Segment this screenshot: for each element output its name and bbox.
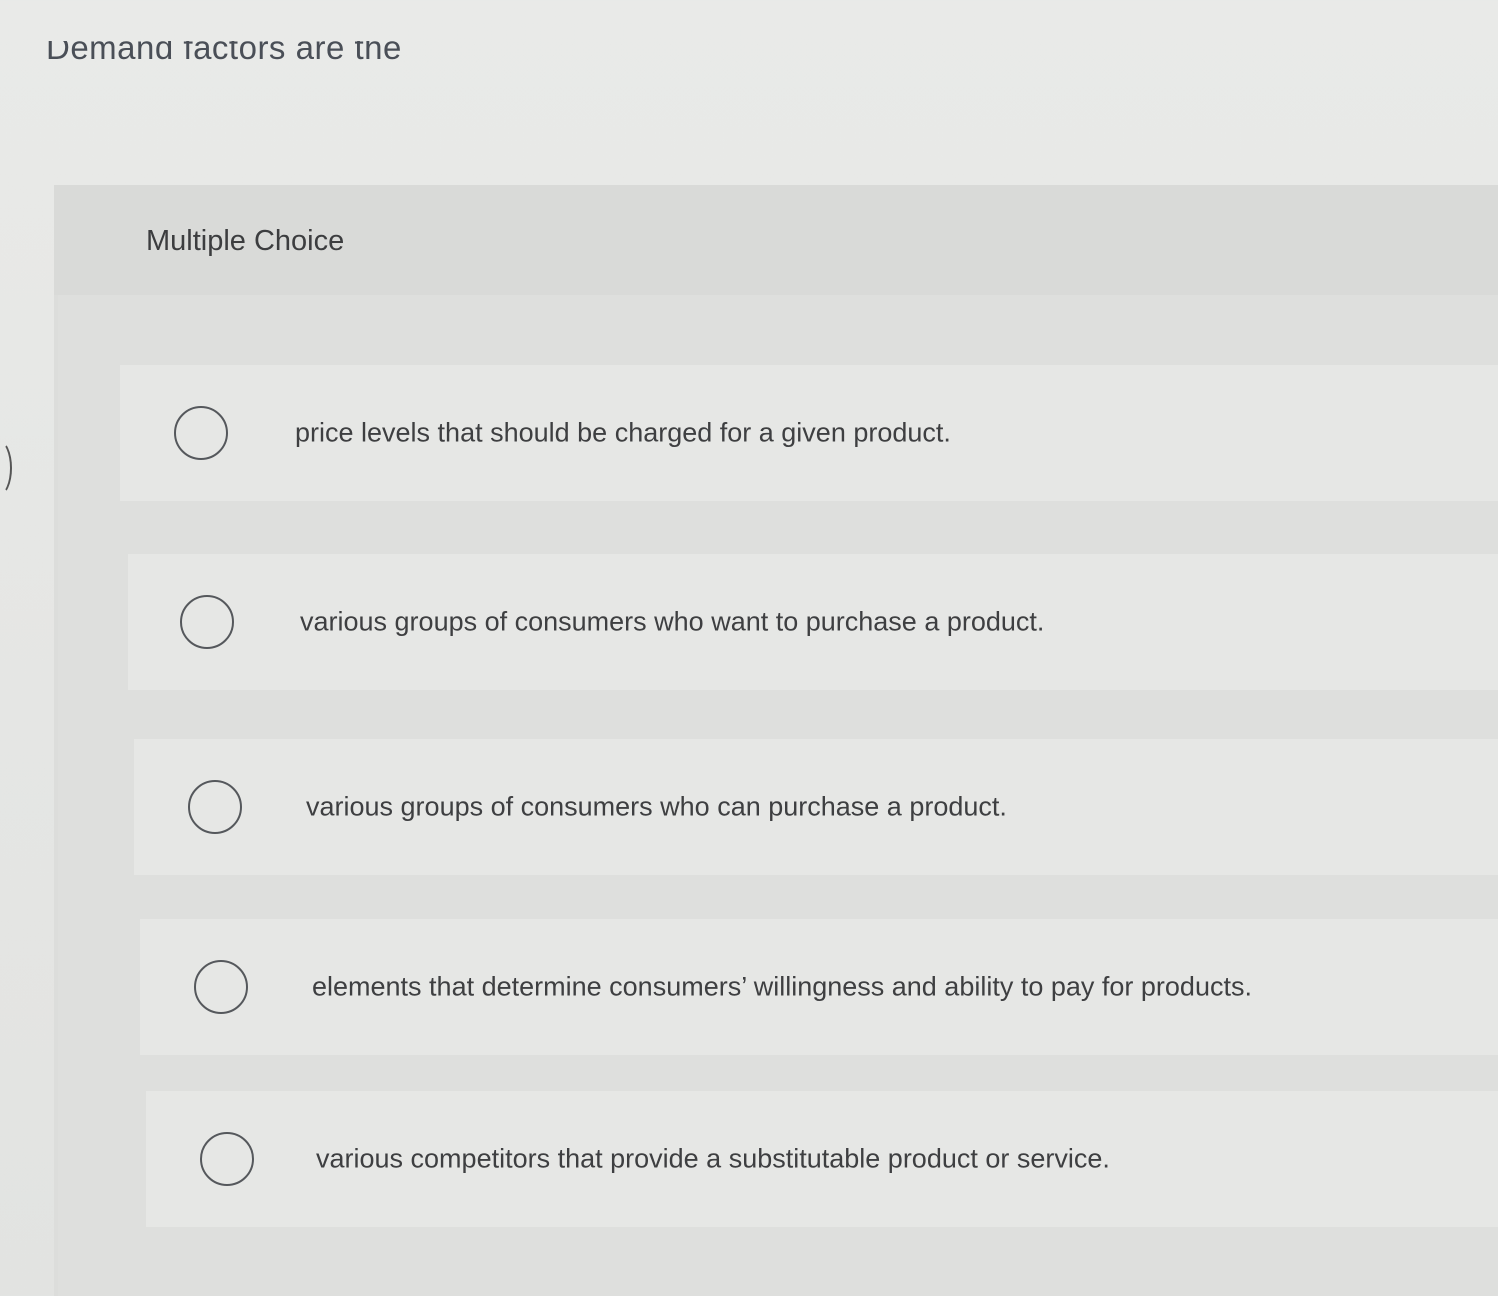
multiple-choice-title: Multiple Choice [146,225,345,257]
multiple-choice-header: Multiple Choice [54,185,1498,295]
radio-button-icon[interactable] [174,406,228,460]
option-label: various competitors that provide a subst… [316,1143,1110,1174]
option-5[interactable]: various competitors that provide a subst… [146,1091,1498,1227]
question-stem: Demand factors are the [46,29,402,66]
option-2[interactable]: various groups of consumers who want to … [128,554,1498,690]
edge-mark [0,440,12,496]
option-label: price levels that should be charged for … [295,417,951,448]
multiple-choice-card: Multiple Choice price levels that should… [54,185,1498,1296]
option-label: elements that determine consumers’ willi… [312,971,1252,1002]
radio-button-icon[interactable] [200,1132,254,1186]
radio-button-icon[interactable] [180,595,234,649]
option-1[interactable]: price levels that should be charged for … [120,365,1498,501]
options-list: price levels that should be charged for … [58,295,1498,1296]
option-label: various groups of consumers who can purc… [306,791,1007,822]
radio-button-icon[interactable] [188,780,242,834]
option-3[interactable]: various groups of consumers who can purc… [134,739,1498,875]
option-4[interactable]: elements that determine consumers’ willi… [140,919,1498,1055]
radio-button-icon[interactable] [194,960,248,1014]
option-label: various groups of consumers who want to … [300,606,1045,637]
